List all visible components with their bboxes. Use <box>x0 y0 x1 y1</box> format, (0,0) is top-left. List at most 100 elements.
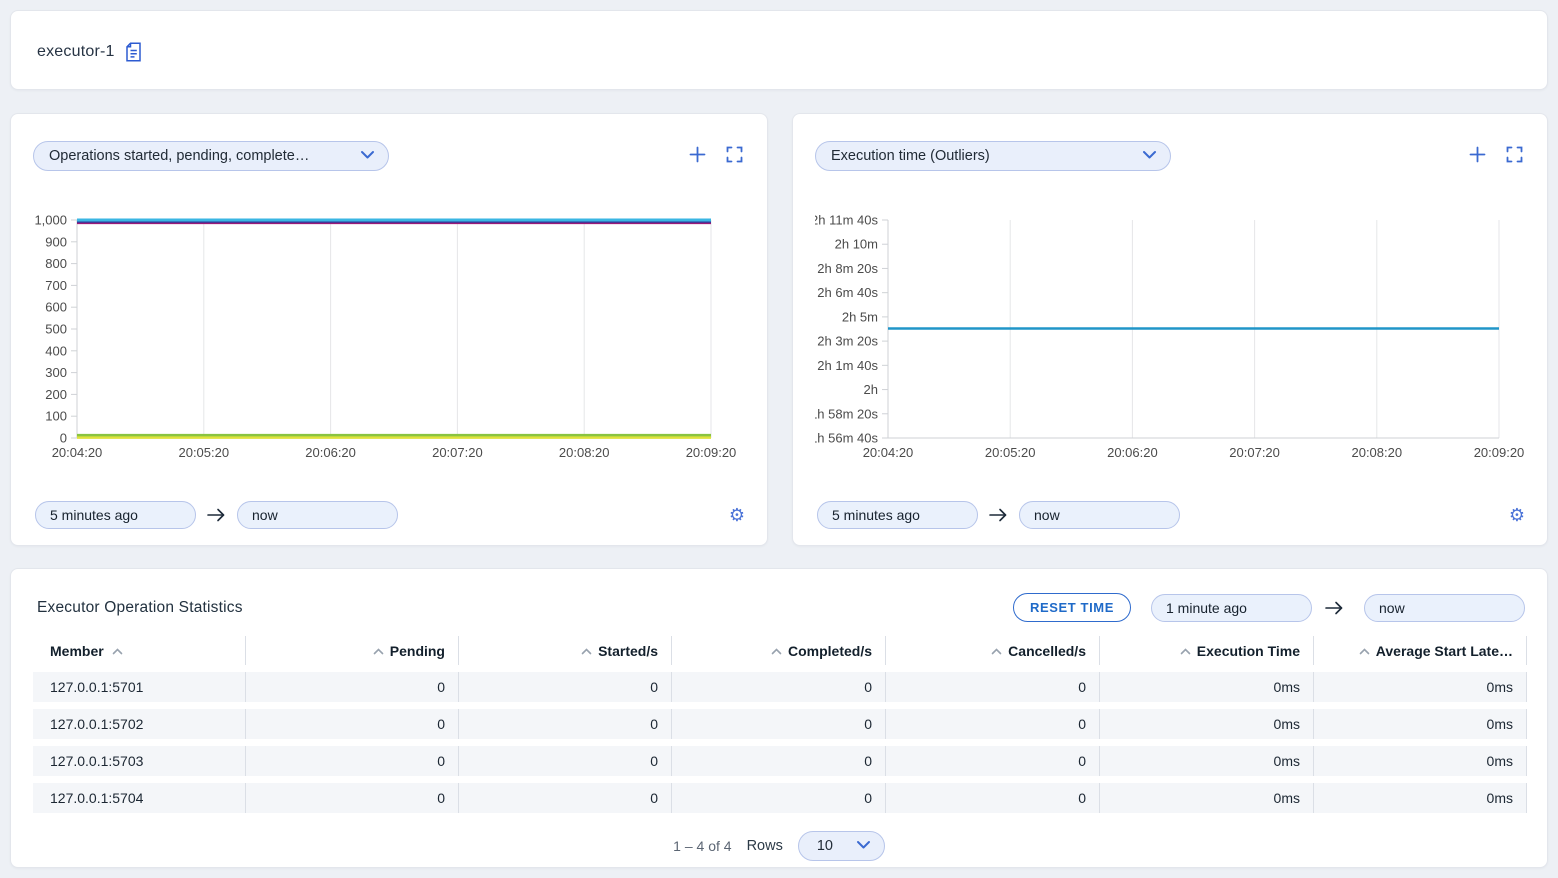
title-card: executor-1 <box>10 10 1548 90</box>
executor-statistics-table: Member Pending Started/s Completed/s Can… <box>33 629 1527 820</box>
pending-cell: 0 <box>246 746 459 776</box>
table-row: 127.0.0.1:5702 0 0 0 0 0ms 0ms <box>33 709 1527 739</box>
svg-text:900: 900 <box>45 234 67 249</box>
svg-text:20:08:20: 20:08:20 <box>1351 445 1402 460</box>
stats-time-from-value: 1 minute ago <box>1166 600 1247 616</box>
time-from-input[interactable]: 5 minutes ago <box>817 501 978 529</box>
svg-text:0: 0 <box>60 431 67 446</box>
table-row: 127.0.0.1:5703 0 0 0 0 0ms 0ms <box>33 746 1527 776</box>
stats-title: Executor Operation Statistics <box>37 599 243 617</box>
execution-time-chart: 1h 56m 40s1h 58m 20s2h2h 1m 40s2h 3m 20s… <box>815 212 1527 464</box>
started-cell: 0 <box>459 709 672 739</box>
execution-time-cell: 0ms <box>1100 746 1314 776</box>
table-header-row: Member Pending Started/s Completed/s Can… <box>33 636 1527 665</box>
sort-chevron-icon <box>1180 642 1191 658</box>
svg-text:20:06:20: 20:06:20 <box>1107 445 1158 460</box>
stats-time-to-value: now <box>1379 600 1405 616</box>
avg-start-latency-cell: 0ms <box>1314 783 1527 813</box>
svg-text:2h 3m 20s: 2h 3m 20s <box>817 334 878 349</box>
column-header-execution-time[interactable]: Execution Time <box>1100 636 1314 665</box>
avg-start-latency-cell: 0ms <box>1314 672 1527 702</box>
column-header-cancelled[interactable]: Cancelled/s <box>886 636 1100 665</box>
sort-chevron-icon <box>112 642 123 658</box>
member-cell: 127.0.0.1:5704 <box>33 783 246 813</box>
stats-time-to-input[interactable]: now <box>1364 594 1525 622</box>
operations-chart-panel: Operations started, pending, complete… 0… <box>10 113 768 546</box>
completed-cell: 0 <box>672 709 886 739</box>
execution-time-cell: 0ms <box>1100 672 1314 702</box>
time-from-value: 5 minutes ago <box>832 507 920 523</box>
svg-text:300: 300 <box>45 365 67 380</box>
pending-cell: 0 <box>246 709 459 739</box>
time-to-value: now <box>252 507 278 523</box>
svg-text:20:04:20: 20:04:20 <box>863 445 914 460</box>
completed-cell: 0 <box>672 783 886 813</box>
pagination: 1 – 4 of 4 Rows 10 <box>33 831 1525 861</box>
sort-chevron-icon <box>373 642 384 658</box>
svg-text:20:08:20: 20:08:20 <box>559 445 610 460</box>
cancelled-cell: 0 <box>886 709 1100 739</box>
fullscreen-icon[interactable] <box>1506 146 1523 163</box>
pending-cell: 0 <box>246 672 459 702</box>
svg-text:20:05:20: 20:05:20 <box>985 445 1036 460</box>
svg-text:600: 600 <box>45 300 67 315</box>
table-row: 127.0.0.1:5704 0 0 0 0 0ms 0ms <box>33 783 1527 813</box>
member-cell: 127.0.0.1:5701 <box>33 672 246 702</box>
chevron-down-icon <box>856 838 871 854</box>
metric-selector[interactable]: Execution time (Outliers) <box>815 141 1171 171</box>
pagination-range: 1 – 4 of 4 <box>673 838 731 854</box>
sort-chevron-icon <box>771 642 782 658</box>
add-chart-icon[interactable] <box>688 145 707 164</box>
time-to-input[interactable]: now <box>237 501 398 529</box>
svg-text:2h 6m 40s: 2h 6m 40s <box>817 285 878 300</box>
svg-text:1h 56m 40s: 1h 56m 40s <box>815 431 878 446</box>
column-header-started[interactable]: Started/s <box>459 636 672 665</box>
arrow-right-icon <box>989 508 1008 522</box>
arrow-right-icon <box>207 508 226 522</box>
metric-selector-label: Execution time (Outliers) <box>831 148 990 164</box>
pending-cell: 0 <box>246 783 459 813</box>
avg-start-latency-cell: 0ms <box>1314 746 1527 776</box>
rows-per-page-select[interactable]: 10 <box>798 831 885 861</box>
sort-chevron-icon <box>991 642 1002 658</box>
column-header-member[interactable]: Member <box>33 636 246 665</box>
settings-gear-icon[interactable]: ⚙ <box>729 506 745 524</box>
completed-cell: 0 <box>672 746 886 776</box>
svg-text:20:09:20: 20:09:20 <box>1474 445 1525 460</box>
svg-text:1h 58m 20s: 1h 58m 20s <box>815 406 878 421</box>
time-from-input[interactable]: 5 minutes ago <box>35 501 196 529</box>
svg-text:2h: 2h <box>864 382 878 397</box>
add-chart-icon[interactable] <box>1468 145 1487 164</box>
stats-time-from-input[interactable]: 1 minute ago <box>1151 594 1312 622</box>
member-cell: 127.0.0.1:5702 <box>33 709 246 739</box>
fullscreen-icon[interactable] <box>726 146 743 163</box>
document-icon[interactable] <box>125 42 142 62</box>
table-row: 127.0.0.1:5701 0 0 0 0 0ms 0ms <box>33 672 1527 702</box>
cancelled-cell: 0 <box>886 672 1100 702</box>
svg-text:100: 100 <box>45 409 67 424</box>
svg-text:20:07:20: 20:07:20 <box>432 445 483 460</box>
settings-gear-icon[interactable]: ⚙ <box>1509 506 1525 524</box>
svg-text:1,000: 1,000 <box>34 213 67 228</box>
column-header-avg-start-latency[interactable]: Average Start Late… <box>1314 636 1527 665</box>
column-header-completed[interactable]: Completed/s <box>672 636 886 665</box>
execution-time-cell: 0ms <box>1100 709 1314 739</box>
cancelled-cell: 0 <box>886 746 1100 776</box>
arrow-right-icon <box>1325 601 1344 615</box>
time-to-input[interactable]: now <box>1019 501 1180 529</box>
completed-cell: 0 <box>672 672 886 702</box>
time-to-value: now <box>1034 507 1060 523</box>
column-header-pending[interactable]: Pending <box>246 636 459 665</box>
svg-text:200: 200 <box>45 387 67 402</box>
cancelled-cell: 0 <box>886 783 1100 813</box>
svg-text:20:06:20: 20:06:20 <box>305 445 356 460</box>
svg-text:2h 8m 20s: 2h 8m 20s <box>817 261 878 276</box>
rows-per-page-value: 10 <box>817 838 833 854</box>
execution-time-cell: 0ms <box>1100 783 1314 813</box>
svg-text:20:07:20: 20:07:20 <box>1229 445 1280 460</box>
chevron-down-icon <box>1142 148 1157 164</box>
svg-text:2h 5m: 2h 5m <box>842 309 878 324</box>
svg-text:700: 700 <box>45 278 67 293</box>
metric-selector[interactable]: Operations started, pending, complete… <box>33 141 389 171</box>
reset-time-button[interactable]: RESET TIME <box>1013 593 1131 622</box>
